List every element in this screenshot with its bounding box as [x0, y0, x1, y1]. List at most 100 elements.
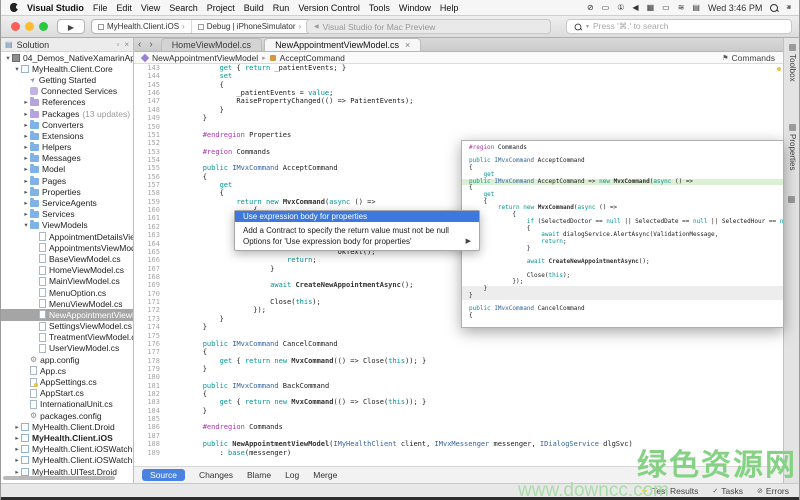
expander-icon[interactable]: ▸ — [13, 456, 21, 464]
expander-icon[interactable]: ▸ — [13, 423, 21, 431]
menu-project[interactable]: Project — [207, 3, 235, 13]
tree-item-appsettings-cs[interactable]: AppSettings.cs — [1, 376, 133, 388]
menu-tools[interactable]: Tools — [369, 3, 390, 13]
expander-icon[interactable]: ▸ — [22, 132, 30, 140]
tree-item-references[interactable]: ▸ References — [1, 97, 133, 108]
menu-visual-studio[interactable]: Visual Studio — [27, 3, 84, 13]
expander-icon[interactable]: ▸ — [13, 468, 21, 476]
expander-icon[interactable]: ▸ — [22, 121, 30, 129]
tab-overflow-icon[interactable]: ▾ — [787, 3, 791, 11]
tree-item-messages[interactable]: ▸ Messages — [1, 153, 133, 164]
expander-icon[interactable]: ▾ — [13, 65, 21, 73]
statusbar-errors[interactable]: ⊘ Errors — [757, 486, 789, 496]
tree-item-app-cs[interactable]: App.cs — [1, 365, 133, 376]
tree-item-appointmentdetailsviewmodel-cs[interactable]: AppointmentDetailsViewModel.cs — [1, 231, 133, 242]
tree-item-myhealth-client-ioswatchkitapp[interactable]: ▸ MyHealth.Client.iOSWatchKitApp — [1, 444, 133, 455]
menu-version-control[interactable]: Version Control — [298, 3, 360, 13]
expander-icon[interactable]: ▸ — [22, 199, 30, 207]
tab-homeviewmodel-cs[interactable]: HomeViewModel.cs — [160, 38, 263, 51]
tree-item-newappointmentviewmodel-cs[interactable]: NewAppointmentViewModel.cs — [1, 309, 133, 321]
tree-item-packages-config[interactable]: ⚙ packages.config — [1, 410, 133, 421]
tree-item-homeviewmodel-cs[interactable]: HomeViewModel.cs — [1, 265, 133, 276]
do-not-disturb-icon[interactable]: ⊘ — [587, 3, 594, 13]
vcs-tab-log[interactable]: Log — [285, 470, 299, 480]
expander-icon[interactable]: ▾ — [4, 54, 12, 62]
tree-item-myhealth-client-droid[interactable]: ▸ MyHealth.Client.Droid — [1, 421, 133, 432]
expander-icon[interactable]: ▸ — [22, 210, 30, 218]
tree-item-menuoption-cs[interactable]: MenuOption.cs — [1, 287, 133, 298]
menu-window[interactable]: Window — [399, 3, 431, 13]
tree-item-myhealth-client-ioswatchkitextension[interactable]: ▸ MyHealth.Client.iOSWatchKitExtension — [1, 455, 133, 466]
breadcrumb-class[interactable]: NewAppointmentViewModel — [152, 53, 258, 63]
expander-icon[interactable]: ▸ — [13, 445, 21, 453]
battery-icon[interactable]: ▤ — [692, 3, 700, 13]
keyboard-icon[interactable]: ▦ — [647, 3, 655, 13]
tree-item-properties[interactable]: ▸ Properties — [1, 186, 133, 197]
popup-selected-item[interactable]: Use expression body for properties — [235, 211, 479, 222]
close-tab-icon[interactable]: × — [405, 40, 410, 50]
tree-item-appointmentsviewmodel-cs[interactable]: AppointmentsViewModel.cs — [1, 242, 133, 253]
expander-icon[interactable]: ▸ — [22, 154, 30, 162]
tree-item-connected-services[interactable]: Connected Services — [1, 86, 133, 97]
statusbar-test-results[interactable]: ⚡ Test Results — [640, 486, 698, 496]
expander-icon[interactable]: ▸ — [22, 98, 30, 106]
expander-icon[interactable]: ▸ — [13, 434, 21, 442]
build-configuration-selector[interactable]: Debug | iPhoneSimulator › — [190, 20, 307, 33]
run-button[interactable]: ▶ — [57, 19, 85, 34]
tree-item-settingsviewmodel-cs[interactable]: SettingsViewModel.cs — [1, 321, 133, 332]
breadcrumb-member[interactable]: AcceptCommand — [280, 53, 345, 63]
notification-one-icon[interactable]: ① — [617, 3, 624, 13]
menu-view[interactable]: View — [141, 3, 160, 13]
expander-icon[interactable]: ▸ — [22, 177, 30, 185]
popup-item-add-a-contract-to-specify-the-return-value-must-not-be-null[interactable]: Add a Contract to specify the return val… — [235, 226, 479, 237]
tree-item-services[interactable]: ▸ Services — [1, 209, 133, 220]
display-icon[interactable]: ▭ — [602, 3, 610, 13]
menu-help[interactable]: Help — [440, 3, 459, 13]
dock-pad-icon[interactable]: ▫ — [116, 40, 119, 49]
expander-icon[interactable]: ▸ — [22, 110, 30, 118]
expander-icon[interactable]: ▾ — [22, 221, 30, 229]
breadcrumb-region[interactable]: ⚑ Commands — [722, 53, 775, 63]
tree-item-mainviewmodel-cs[interactable]: MainViewModel.cs — [1, 276, 133, 287]
panel-tab-properties[interactable]: Properties — [788, 123, 797, 170]
menu-run[interactable]: Run — [273, 3, 290, 13]
zoom-window-button[interactable] — [39, 22, 48, 31]
panel-tab-icon[interactable] — [788, 196, 795, 204]
notification-message[interactable]: ◀ Visual Studio for Mac Preview — [306, 19, 551, 34]
vcs-tab-source[interactable]: Source — [142, 469, 185, 481]
tree-item-appstart-cs[interactable]: AppStart.cs — [1, 388, 133, 399]
tree-item-pages[interactable]: ▸ Pages — [1, 175, 133, 186]
wifi-icon[interactable]: ≋ — [678, 3, 685, 13]
close-window-button[interactable] — [11, 22, 20, 31]
tree-item-viewmodels[interactable]: ▾ ViewModels — [1, 220, 133, 231]
close-pad-icon[interactable]: × — [124, 40, 129, 49]
panel-tab-toolbox[interactable]: Toolbox — [788, 44, 797, 82]
tab-newappointmentviewmodel-cs[interactable]: NewAppointmentViewModel.cs × — [264, 38, 422, 51]
menubar-clock[interactable]: Wed 3:46 PM — [708, 3, 762, 13]
expander-icon[interactable]: ▸ — [22, 188, 30, 196]
tree-item-internationalunit-cs[interactable]: InternationalUnit.cs — [1, 399, 133, 410]
airplay-display-icon[interactable]: ▭ — [662, 3, 670, 13]
apple-icon[interactable] — [10, 3, 20, 12]
menu-build[interactable]: Build — [244, 3, 264, 13]
tree-item-menuviewmodel-cs[interactable]: MenuViewModel.cs — [1, 298, 133, 309]
tree-item-treatmentviewmodel-cs[interactable]: TreatmentViewModel.cs — [1, 332, 133, 343]
horizontal-scrollbar[interactable] — [3, 476, 115, 480]
tree-item-baseviewmodel-cs[interactable]: BaseViewModel.cs — [1, 253, 133, 264]
navigate-back-icon[interactable]: ‹ — [134, 38, 145, 51]
tree-item-getting-started[interactable]: ➤ Getting Started — [1, 74, 133, 85]
tree-item-userviewmodel-cs[interactable]: UserViewModel.cs — [1, 343, 133, 354]
menu-file[interactable]: File — [93, 3, 108, 13]
tree-item-extensions[interactable]: ▸ Extensions — [1, 130, 133, 141]
spotlight-search-icon[interactable] — [770, 3, 779, 12]
statusbar-tasks[interactable]: ✓ Tasks — [712, 486, 743, 496]
popup-item-options-for-use-expression-body-for-properties[interactable]: Options for 'Use expression body for pro… — [235, 237, 479, 248]
tree-item-packages[interactable]: ▸ Packages (13 updates) — [1, 108, 133, 119]
tree-item-app-config[interactable]: ⚙ app.config — [1, 354, 133, 365]
minimize-window-button[interactable] — [25, 22, 34, 31]
menu-edit[interactable]: Edit — [116, 3, 132, 13]
tree-item-myhealth-client-core[interactable]: ▾ MyHealth.Client.Core — [1, 63, 133, 74]
vcs-tab-changes[interactable]: Changes — [199, 470, 233, 480]
vcs-tab-merge[interactable]: Merge — [313, 470, 337, 480]
tree-item-serviceagents[interactable]: ▸ ServiceAgents — [1, 197, 133, 208]
